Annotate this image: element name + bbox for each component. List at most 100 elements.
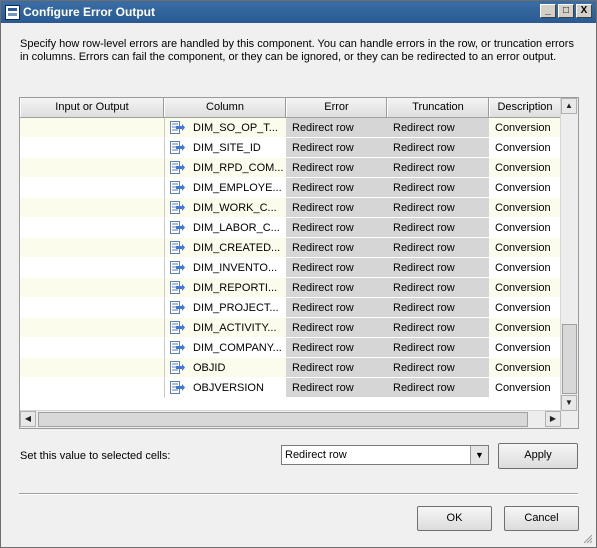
table-row[interactable]: DIM_ACTIVITY... Redirect row Redirect row C… xyxy=(20,318,561,338)
scroll-right-icon[interactable]: ▶ xyxy=(545,411,561,427)
error-cell[interactable]: Redirect row xyxy=(286,258,387,278)
input-or-output-cell[interactable] xyxy=(20,118,164,138)
table-row[interactable]: DIM_EMPLOYE... Redirect row Redirect row Co… xyxy=(20,178,561,198)
table-row[interactable]: DIM_LABOR_C... Redirect row Redirect row Co… xyxy=(20,218,561,238)
column-cell[interactable]: DIM_PROJECT... xyxy=(164,298,286,318)
error-cell[interactable]: Redirect row xyxy=(286,238,387,258)
column-cell[interactable]: DIM_SO_OP_T... xyxy=(164,118,286,138)
error-cell[interactable]: Redirect row xyxy=(286,338,387,358)
column-cell[interactable]: DIM_REPORTI... xyxy=(164,278,286,298)
truncation-cell[interactable]: Redirect row xyxy=(387,118,489,138)
table-row[interactable]: DIM_CREATED... Redirect row Redirect row Co… xyxy=(20,238,561,258)
truncation-cell[interactable]: Redirect row xyxy=(387,338,489,358)
horizontal-scroll-thumb[interactable] xyxy=(38,412,528,427)
error-cell[interactable]: Redirect row xyxy=(286,138,387,158)
input-or-output-cell[interactable] xyxy=(20,278,164,298)
vertical-scrollbar[interactable]: ▲ ▼ xyxy=(560,98,578,411)
truncation-cell[interactable]: Redirect row xyxy=(387,218,489,238)
table-row[interactable]: DIM_PROJECT... Redirect row Redirect row Co… xyxy=(20,298,561,318)
column-cell[interactable]: DIM_RPD_COM... xyxy=(164,158,286,178)
truncation-cell[interactable]: Redirect row xyxy=(387,378,489,398)
input-or-output-cell[interactable] xyxy=(20,358,164,378)
scroll-left-icon[interactable]: ◀ xyxy=(20,411,36,427)
error-action-select[interactable]: Redirect row ▼ xyxy=(281,445,489,465)
table-row[interactable]: DIM_RPD_COM... Redirect row Redirect row Co… xyxy=(20,158,561,178)
error-cell[interactable]: Redirect row xyxy=(286,378,387,398)
column-cell[interactable]: DIM_LABOR_C... xyxy=(164,218,286,238)
description-cell: Conversion xyxy=(489,258,561,278)
vertical-scroll-thumb[interactable] xyxy=(562,324,577,394)
error-cell[interactable]: Redirect row xyxy=(286,278,387,298)
header-input-or-output[interactable]: Input or Output xyxy=(20,98,164,117)
input-or-output-cell[interactable] xyxy=(20,158,164,178)
scroll-down-icon[interactable]: ▼ xyxy=(561,395,577,411)
maximize-button[interactable]: □ xyxy=(558,4,574,18)
input-or-output-cell[interactable] xyxy=(20,218,164,238)
column-cell[interactable]: DIM_SITE_ID xyxy=(164,138,286,158)
column-cell[interactable]: DIM_EMPLOYE... xyxy=(164,178,286,198)
error-cell[interactable]: Redirect row xyxy=(286,178,387,198)
table-row[interactable]: DIM_COMPANY... Redirect row Redirect row Co… xyxy=(20,338,561,358)
input-or-output-cell[interactable] xyxy=(20,238,164,258)
apply-button[interactable]: Apply xyxy=(498,443,578,469)
description-cell: Conversion xyxy=(489,198,561,218)
truncation-cell[interactable]: Redirect row xyxy=(387,238,489,258)
input-or-output-cell[interactable] xyxy=(20,138,164,158)
cancel-button[interactable]: Cancel xyxy=(504,506,579,531)
truncation-cell[interactable]: Redirect row xyxy=(387,198,489,218)
truncation-cell[interactable]: Redirect row xyxy=(387,298,489,318)
minimize-button[interactable]: _ xyxy=(540,4,556,18)
header-error[interactable]: Error xyxy=(286,98,387,117)
error-cell[interactable]: Redirect row xyxy=(286,358,387,378)
header-description[interactable]: Description xyxy=(489,98,561,117)
error-cell[interactable]: Redirect row xyxy=(286,218,387,238)
truncation-cell[interactable]: Redirect row xyxy=(387,138,489,158)
header-column[interactable]: Column xyxy=(164,98,286,117)
error-cell[interactable]: Redirect row xyxy=(286,118,387,138)
input-or-output-cell[interactable] xyxy=(20,338,164,358)
error-cell[interactable]: Redirect row xyxy=(286,318,387,338)
title-bar[interactable]: Configure Error Output _ □ X xyxy=(1,1,596,23)
column-arrow-icon xyxy=(170,381,185,394)
truncation-cell[interactable]: Redirect row xyxy=(387,178,489,198)
header-truncation[interactable]: Truncation xyxy=(387,98,489,117)
column-arrow-icon xyxy=(170,141,185,154)
truncation-cell[interactable]: Redirect row xyxy=(387,158,489,178)
input-or-output-cell[interactable] xyxy=(20,298,164,318)
error-cell[interactable]: Redirect row xyxy=(286,298,387,318)
error-output-grid[interactable]: Input or Output Column Error Truncation … xyxy=(19,97,579,429)
description-cell: Conversion xyxy=(489,178,561,198)
error-cell[interactable]: Redirect row xyxy=(286,158,387,178)
table-row[interactable]: OBJVERSION Redirect row Redirect row Conver… xyxy=(20,378,561,398)
truncation-cell[interactable]: Redirect row xyxy=(387,358,489,378)
table-row[interactable]: DIM_SO_OP_T... Redirect row Redirect row Co… xyxy=(20,118,561,138)
ok-button[interactable]: OK xyxy=(417,506,492,531)
input-or-output-cell[interactable] xyxy=(20,378,164,398)
truncation-cell[interactable]: Redirect row xyxy=(387,318,489,338)
input-or-output-cell[interactable] xyxy=(20,318,164,338)
horizontal-scrollbar[interactable]: ◀ ▶ xyxy=(20,410,561,428)
table-row[interactable]: DIM_WORK_C... Redirect row Redirect row Con… xyxy=(20,198,561,218)
scroll-up-icon[interactable]: ▲ xyxy=(561,98,577,114)
truncation-cell[interactable]: Redirect row xyxy=(387,278,489,298)
truncation-cell[interactable]: Redirect row xyxy=(387,258,489,278)
column-cell[interactable]: DIM_COMPANY... xyxy=(164,338,286,358)
resize-grip-icon[interactable] xyxy=(582,533,593,544)
column-cell[interactable]: DIM_WORK_C... xyxy=(164,198,286,218)
column-cell[interactable]: DIM_CREATED... xyxy=(164,238,286,258)
table-row[interactable]: DIM_REPORTI... Redirect row Redirect row Co… xyxy=(20,278,561,298)
table-row[interactable]: OBJID Redirect row Redirect row Conversion xyxy=(20,358,561,378)
table-row[interactable]: DIM_SITE_ID Redirect row Redirect row Conve… xyxy=(20,138,561,158)
column-cell[interactable]: OBJVERSION xyxy=(164,378,286,398)
column-cell[interactable]: OBJID xyxy=(164,358,286,378)
table-row[interactable]: DIM_INVENTO... Redirect row Redirect row Co… xyxy=(20,258,561,278)
error-cell[interactable]: Redirect row xyxy=(286,198,387,218)
input-or-output-cell[interactable] xyxy=(20,198,164,218)
close-button[interactable]: X xyxy=(576,4,592,18)
input-or-output-cell[interactable] xyxy=(20,258,164,278)
chevron-down-icon[interactable]: ▼ xyxy=(470,446,488,464)
column-cell[interactable]: DIM_INVENTO... xyxy=(164,258,286,278)
input-or-output-cell[interactable] xyxy=(20,178,164,198)
column-name: DIM_EMPLOYE... xyxy=(193,182,282,194)
column-cell[interactable]: DIM_ACTIVITY... xyxy=(164,318,286,338)
